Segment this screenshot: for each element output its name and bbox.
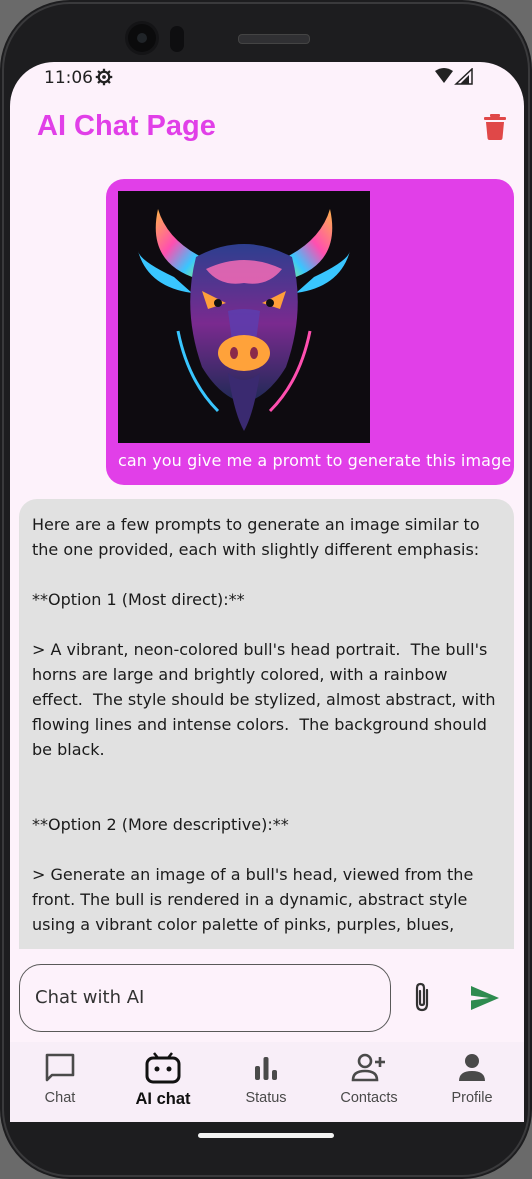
screen: 11:06 AI Chat Page can you give me a pro… (10, 62, 524, 1122)
nav-label-chat: Chat (44, 1090, 76, 1106)
chat-input-placeholder: Chat with AI (35, 987, 145, 1008)
composer-bar: Chat with AI (10, 952, 524, 1042)
chat-bubble-icon (45, 1053, 75, 1082)
attached-image[interactable] (118, 191, 370, 443)
wifi-signal-icon (435, 68, 473, 85)
add-person-icon (351, 1053, 385, 1082)
ai-message-text: Here are a few prompts to generate an im… (32, 515, 496, 934)
bottom-navigation: Chat AI chat Status Contacts Profile (10, 1042, 524, 1122)
bull-image-graphic (118, 191, 370, 443)
person-icon (459, 1054, 485, 1081)
earpiece-speaker (238, 34, 310, 44)
user-message-text: can you give me a promt to generate this… (118, 451, 512, 470)
nav-label-contacts: Contacts (340, 1090, 398, 1106)
nav-label-status: Status (245, 1090, 287, 1106)
nav-label-ai-chat: AI chat (135, 1090, 191, 1108)
bar-chart-icon (255, 1057, 277, 1080)
nav-item-status[interactable]: Status (221, 1052, 311, 1106)
chat-input[interactable]: Chat with AI (19, 964, 391, 1032)
status-bar: 11:06 (10, 62, 524, 96)
settings-gear-icon (95, 68, 113, 86)
nav-item-chat[interactable]: Chat (15, 1052, 105, 1106)
page-title: AI Chat Page (37, 110, 216, 142)
status-time: 11:06 (44, 68, 93, 88)
paperclip-attach-icon[interactable] (410, 982, 434, 1012)
home-indicator[interactable] (198, 1133, 334, 1138)
robot-icon (145, 1052, 181, 1084)
sensor (170, 26, 184, 52)
ai-message-bubble: Here are a few prompts to generate an im… (19, 499, 514, 949)
delete-trash-icon[interactable] (484, 114, 506, 140)
nav-item-profile[interactable]: Profile (427, 1052, 517, 1106)
nav-item-ai-chat[interactable]: AI chat (118, 1052, 208, 1109)
send-icon[interactable] (470, 985, 500, 1011)
user-message-bubble: can you give me a promt to generate this… (106, 179, 514, 485)
phone-frame: 11:06 AI Chat Page can you give me a pro… (0, 0, 532, 1179)
front-camera (128, 24, 156, 52)
nav-label-profile: Profile (451, 1090, 493, 1106)
nav-item-contacts[interactable]: Contacts (324, 1052, 414, 1106)
